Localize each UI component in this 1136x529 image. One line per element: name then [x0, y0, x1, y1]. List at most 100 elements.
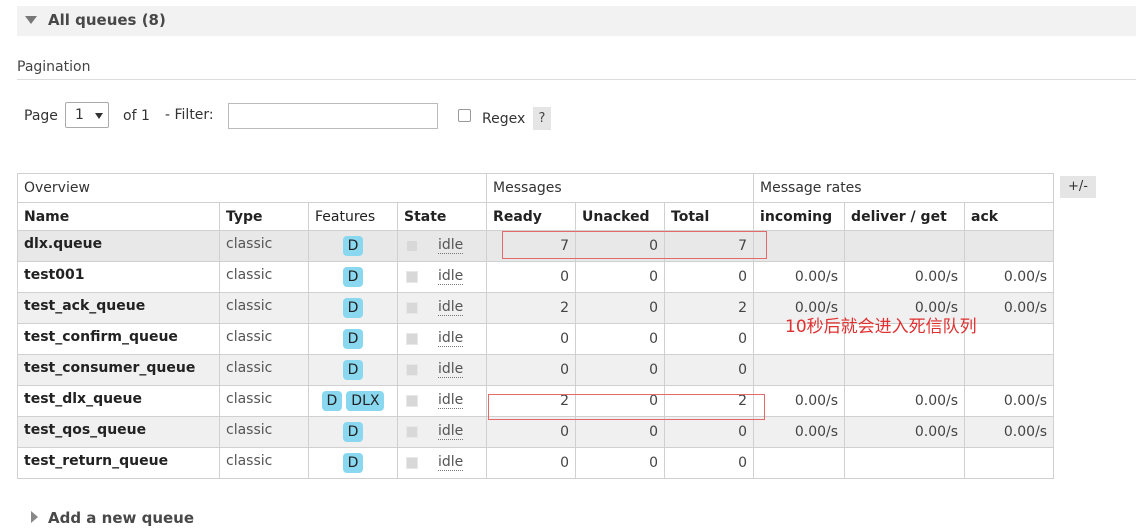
collapse-triangle-icon[interactable] — [25, 16, 37, 24]
deliver-get-rate: 0.00/s — [844, 385, 966, 417]
ack-rate: 0.00/s — [964, 292, 1055, 324]
queue-features: D DLX — [308, 385, 398, 417]
page-of-label: of 1 — [123, 108, 150, 124]
col-incoming[interactable]: incoming — [753, 202, 846, 231]
total-count: 0 — [664, 416, 755, 448]
feature-badge-durable: D — [342, 267, 364, 287]
col-deliver-get[interactable]: deliver / get — [844, 202, 966, 231]
group-message-rates: Message rates — [753, 173, 1055, 203]
unacked-count: 0 — [575, 447, 666, 479]
queue-state: idle — [396, 292, 488, 324]
state-indicator-icon — [406, 395, 418, 407]
state-text: idle — [438, 268, 464, 285]
incoming-rate — [753, 447, 846, 479]
queue-features: D — [308, 354, 398, 386]
col-total[interactable]: Total — [664, 202, 755, 231]
state-text: idle — [438, 330, 464, 347]
deliver-get-rate: 0.00/s — [844, 261, 966, 293]
feature-badge-durable: D — [342, 298, 364, 318]
state-indicator-icon — [406, 240, 418, 252]
queue-state: idle — [396, 447, 488, 479]
queue-type: classic — [219, 230, 309, 262]
table-row: test_qos_queue classic D idle 0 0 0 0.00… — [17, 416, 1055, 448]
state-text: idle — [438, 237, 464, 254]
total-count: 0 — [664, 354, 755, 386]
state-text: idle — [438, 392, 464, 409]
queue-state: idle — [396, 323, 488, 355]
queue-state: idle — [396, 230, 488, 262]
unacked-count: 0 — [575, 323, 666, 355]
queue-type: classic — [219, 416, 309, 448]
expand-triangle-icon[interactable] — [31, 511, 38, 523]
help-button[interactable]: ? — [533, 107, 551, 130]
group-messages: Messages — [486, 173, 755, 203]
ready-count: 0 — [486, 354, 577, 386]
queue-name-link[interactable]: test001 — [17, 261, 220, 293]
deliver-get-rate — [844, 447, 966, 479]
queue-name-link[interactable]: test_confirm_queue — [17, 323, 220, 355]
queue-features: D — [308, 416, 398, 448]
deliver-get-rate: 0.00/s — [844, 416, 966, 448]
pagination-divider — [17, 79, 1136, 80]
col-type[interactable]: Type — [219, 202, 309, 231]
page-select-value: 1 — [75, 107, 84, 123]
col-ack[interactable]: ack — [964, 202, 1055, 231]
filter-label: - Filter: — [165, 107, 214, 123]
columns-toggle-button[interactable]: +/- — [1060, 176, 1096, 198]
queue-type: classic — [219, 261, 309, 293]
deliver-get-rate — [844, 230, 966, 262]
state-indicator-icon — [406, 426, 418, 438]
queue-type: classic — [219, 447, 309, 479]
queue-name-link[interactable]: test_ack_queue — [17, 292, 220, 324]
state-indicator-icon — [406, 457, 418, 469]
ack-rate: 0.00/s — [964, 416, 1055, 448]
regex-checkbox[interactable] — [458, 109, 471, 122]
queue-type: classic — [219, 385, 309, 417]
queue-name-link[interactable]: test_consumer_queue — [17, 354, 220, 386]
ready-count: 0 — [486, 261, 577, 293]
all-queues-title[interactable]: All queues (8) — [48, 11, 166, 29]
ack-rate — [964, 323, 1055, 355]
ack-rate — [964, 447, 1055, 479]
queue-state: idle — [396, 416, 488, 448]
total-count: 0 — [664, 447, 755, 479]
table-row: test_return_queue classic D idle 0 0 0 — [17, 447, 1055, 479]
highlight-box-dlx-queue — [502, 231, 767, 259]
ack-rate: 0.00/s — [964, 261, 1055, 293]
queue-name-link[interactable]: test_qos_queue — [17, 416, 220, 448]
filter-input[interactable] — [228, 103, 438, 129]
ready-count: 0 — [486, 447, 577, 479]
state-text: idle — [438, 361, 464, 378]
col-name[interactable]: Name — [17, 202, 220, 231]
table-row: test001 classic D idle 0 0 0 0.00/s 0.00… — [17, 261, 1055, 293]
queue-type: classic — [219, 292, 309, 324]
ack-rate — [964, 230, 1055, 262]
queue-name-link[interactable]: dlx.queue — [17, 230, 220, 262]
queue-state: idle — [396, 354, 488, 386]
regex-label: Regex — [482, 111, 526, 127]
feature-badge-durable: D — [342, 453, 364, 473]
queue-type: classic — [219, 354, 309, 386]
queue-name-link[interactable]: test_dlx_queue — [17, 385, 220, 417]
ready-count: 2 — [486, 292, 577, 324]
col-unacked[interactable]: Unacked — [575, 202, 666, 231]
all-queues-header[interactable] — [17, 6, 1136, 36]
deliver-get-rate — [844, 354, 966, 386]
unacked-count: 0 — [575, 261, 666, 293]
queue-features: D — [308, 292, 398, 324]
col-state[interactable]: State — [396, 202, 488, 231]
queue-features: D — [308, 230, 398, 262]
col-ready[interactable]: Ready — [486, 202, 577, 231]
queue-features: D — [308, 447, 398, 479]
group-overview: Overview — [16, 173, 488, 203]
unacked-count: 0 — [575, 354, 666, 386]
page-select[interactable]: 1 — [65, 102, 109, 128]
queue-state: idle — [396, 261, 488, 293]
incoming-rate: 0.00/s — [753, 385, 846, 417]
queue-name-link[interactable]: test_return_queue — [17, 447, 220, 479]
add-new-queue-toggle[interactable]: Add a new queue — [48, 509, 194, 527]
queue-type: classic — [219, 323, 309, 355]
unacked-count: 0 — [575, 416, 666, 448]
ack-rate — [964, 354, 1055, 386]
state-text: idle — [438, 454, 464, 471]
